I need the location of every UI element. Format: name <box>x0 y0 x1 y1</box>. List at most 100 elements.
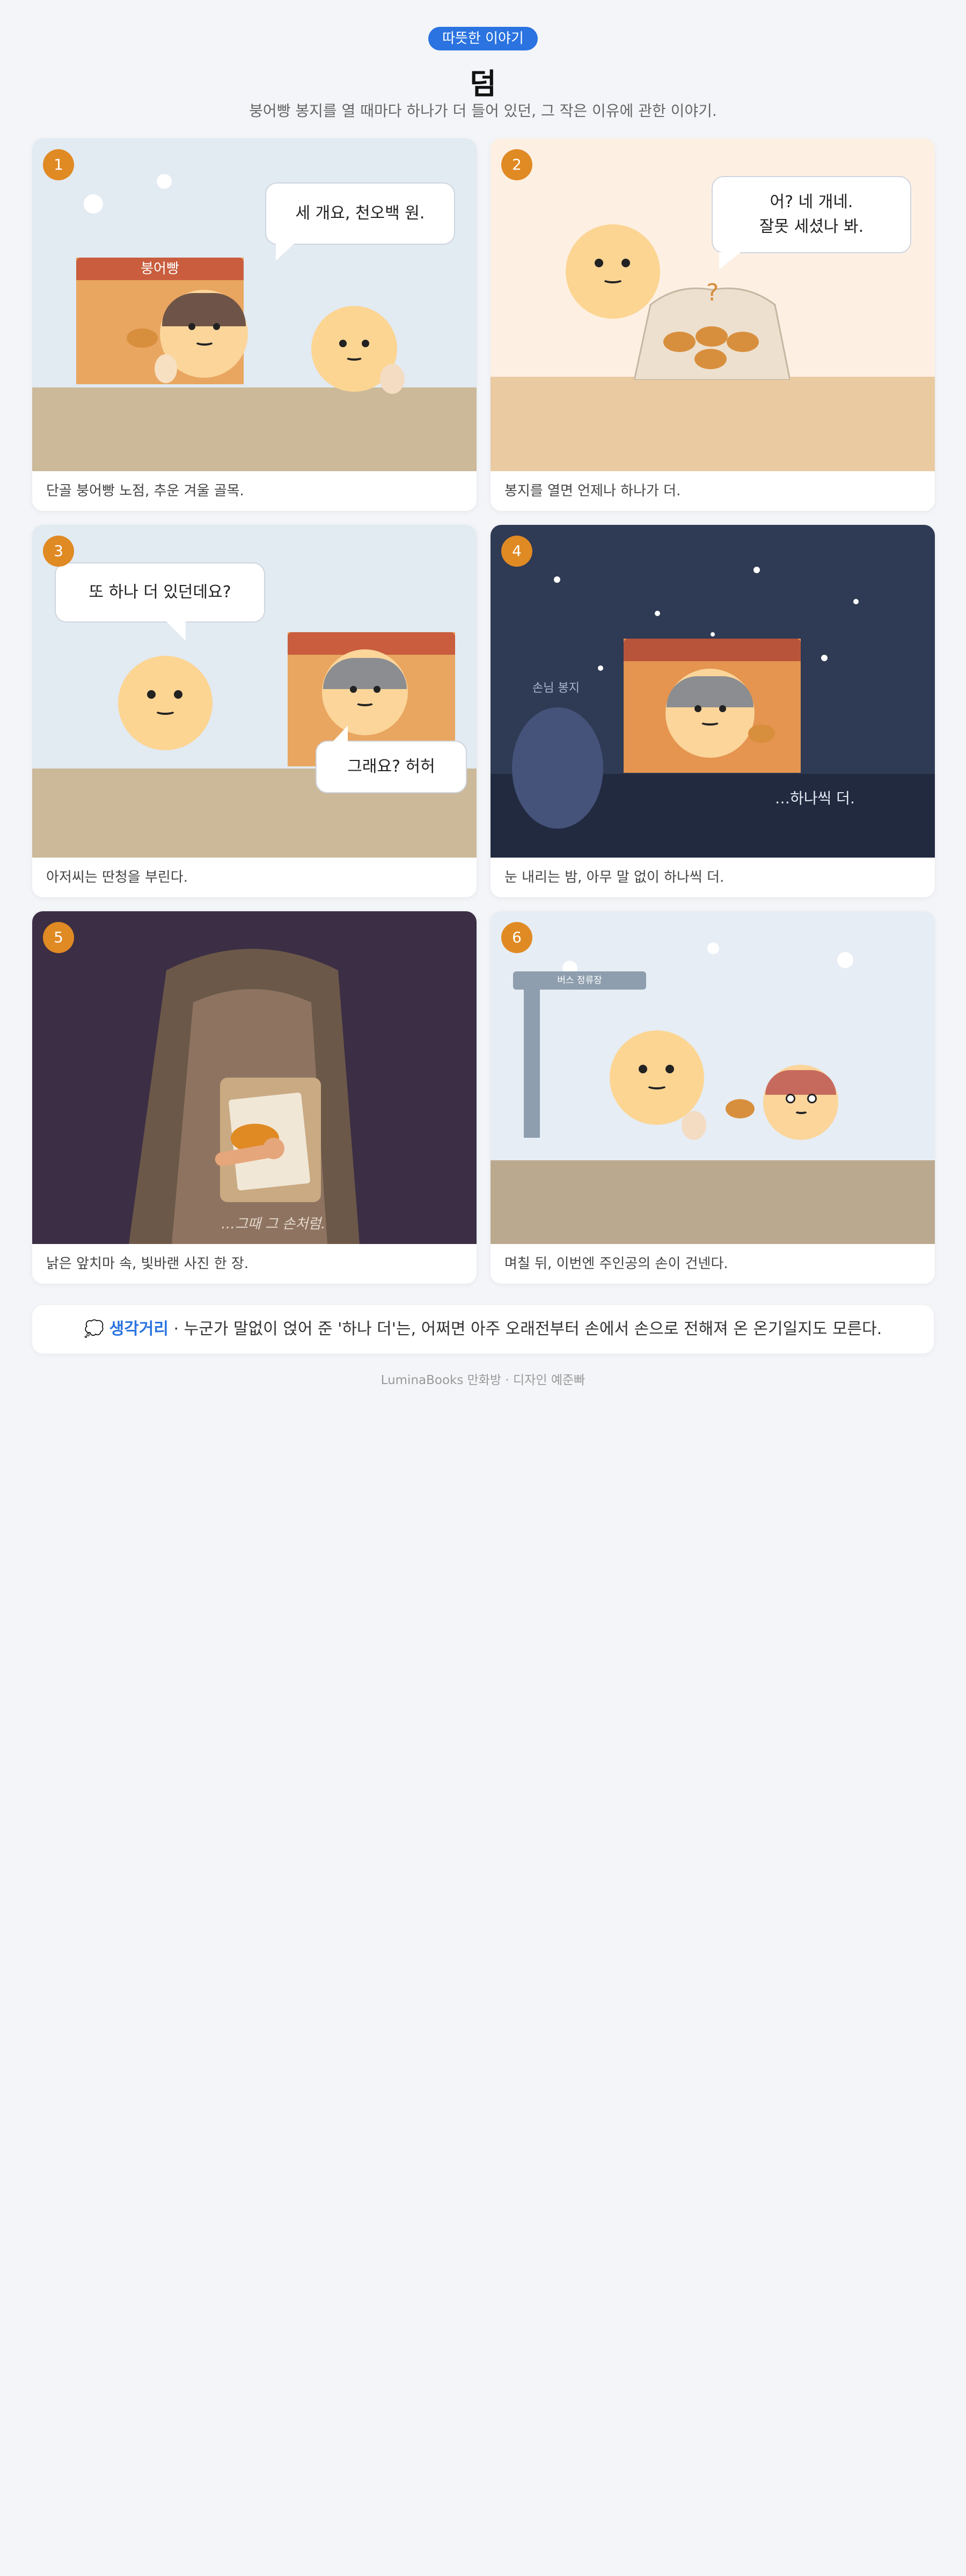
fish-bread <box>696 326 728 347</box>
bubble-tail <box>719 252 741 269</box>
customer-face <box>118 656 213 750</box>
snowflake <box>554 576 560 583</box>
footer-credit: LuminaBooks 만화방 · 디자인 예준빠 <box>380 1373 586 1387</box>
panel-caption: 봉지를 열면 언제나 하나가 더. <box>504 483 681 499</box>
snowflake <box>711 632 715 636</box>
stall-sign: 붕어빵 <box>76 258 244 280</box>
vendor-eye <box>694 705 701 712</box>
bubble-tail <box>333 726 348 742</box>
hand <box>380 364 405 394</box>
snowflake <box>853 599 859 604</box>
fish-bread <box>726 1099 755 1118</box>
comic-panel-4: 4 손님 봉지 …하나씩 더. 눈 내리는 밤, 아무 말 없이 하나씩 더. <box>491 525 935 897</box>
panel-caption: 눈 내리는 밤, 아무 말 없이 하나씩 더. <box>504 869 724 885</box>
customer-eye <box>174 690 182 699</box>
note-text: · 누군가 말없이 얹어 준 '하나 더'는, 어쩌면 아주 오래전부터 손에서… <box>169 1320 882 1338</box>
panel-1-art: 1 붕어빵 세 개요, 천오백 원. <box>32 138 477 471</box>
customer-eye <box>362 340 369 347</box>
bubble-text-line-2: 잘못 세셨나 봐. <box>759 217 864 236</box>
bus-stop-sign: 버스 정류장 <box>513 971 646 990</box>
snowflake <box>84 194 103 214</box>
note-label: 생각거리 <box>109 1320 169 1338</box>
customer-eye <box>621 259 630 267</box>
panel-3-art: 3 또 하나 더 있던데요? 그래요? 허허 <box>32 525 477 858</box>
narration-text: …하나씩 더. <box>775 789 855 807</box>
stall-roof <box>624 639 801 661</box>
comic-panel-2: 2 ? 어? 네 개네. 잘못 세셨나 봐. 봉지를 열면 언제나 하나가 더. <box>491 138 935 511</box>
bubble-text-line-1: 어? 네 개네. <box>770 192 853 211</box>
vendor-eye <box>719 705 726 712</box>
panel-caption: 낡은 앞치마 속, 빛바랜 사진 한 장. <box>46 1256 249 1272</box>
customer-face <box>610 1030 704 1125</box>
panel-number-badge: 1 <box>43 149 74 180</box>
thought-icon: 💭 <box>84 1320 105 1338</box>
fish-bread <box>727 332 759 352</box>
narration-text: …그때 그 손처럼. <box>221 1216 326 1232</box>
panel-caption: 며칠 뒤, 이번엔 주인공의 손이 건넨다. <box>504 1256 728 1272</box>
panel-caption: 아저씨는 딴청을 부린다. <box>46 869 188 885</box>
child-mouth <box>794 1108 808 1114</box>
fish-bread <box>694 349 727 369</box>
panel-number-badge: 2 <box>501 149 532 180</box>
customer-eye <box>147 690 156 699</box>
comic-panel-6: 6 버스 정류장 며칠 뒤, 이번엔 주인공의 손이 건넨다. <box>491 911 935 1284</box>
snowflake <box>655 611 660 616</box>
bus-stop-pole <box>524 977 540 1138</box>
reflection-note: 💭 생각거리 · 누군가 말없이 얹어 준 '하나 더'는, 어쩌면 아주 오래… <box>32 1305 934 1353</box>
question-mark: ? <box>706 279 719 306</box>
category-badge: 따뜻한 이야기 <box>428 27 538 50</box>
bubble-text: 그래요? 허허 <box>347 757 435 776</box>
bubble-text: 또 하나 더 있던데요? <box>89 582 231 602</box>
snowflake <box>837 952 853 968</box>
snowflake <box>753 567 760 573</box>
street-ground <box>491 1160 935 1244</box>
fish-bread <box>663 332 696 352</box>
fish-bread <box>127 328 158 348</box>
speech-bubble: 세 개요, 천오백 원. <box>265 182 455 261</box>
page-title: 덤 <box>470 67 496 101</box>
panel-6-art: 6 버스 정류장 <box>491 911 935 1244</box>
vendor-eye <box>188 323 195 330</box>
hand <box>155 354 177 383</box>
vendor-eye <box>213 323 220 330</box>
table-ground <box>491 377 935 471</box>
comic-panel-5: 5 …그때 그 손처럼. 낡은 앞치마 속, 빛바랜 사진 한 장. <box>32 911 477 1284</box>
street-ground <box>32 387 477 471</box>
customer-eye <box>339 340 347 347</box>
comic-panel-1: 1 붕어빵 세 개요, 천오백 원. 단골 붕어빵 노점, 추운 겨울 골목. <box>32 138 477 511</box>
speech-bubble: 어? 네 개네. 잘못 세셨나 봐. <box>712 176 911 269</box>
page-subtitle: 붕어빵 봉지를 열 때마다 하나가 더 들어 있던, 그 작은 이유에 관한 이… <box>249 102 717 120</box>
bubble-text: 세 개요, 천오백 원. <box>295 203 425 223</box>
vendor-mouth <box>355 699 375 706</box>
customer-mouth <box>345 353 363 361</box>
bubble-tail <box>276 244 294 261</box>
panel-2-art: 2 ? 어? 네 개네. 잘못 세셨나 봐. <box>491 138 935 471</box>
customer-eye <box>665 1065 674 1073</box>
panel-number-badge: 6 <box>501 922 532 953</box>
bag-label: 손님 봉지 <box>532 682 580 695</box>
snowflake <box>157 174 172 189</box>
vendor-eye <box>374 686 380 693</box>
snowflake <box>707 942 719 954</box>
customer-eye <box>639 1065 647 1073</box>
speech-bubble: 그래요? 허허 <box>316 726 467 793</box>
speech-bubble: 또 하나 더 있던데요? <box>55 562 265 641</box>
child-eye <box>807 1094 817 1103</box>
vendor-mouth <box>194 337 215 346</box>
panel-number-badge: 4 <box>501 536 532 567</box>
child-eye <box>786 1094 795 1103</box>
customer-mouth <box>155 706 176 715</box>
vendor-mouth <box>700 718 720 726</box>
customer-mouth <box>602 275 624 283</box>
customer-eye <box>595 259 603 267</box>
vendor-eye <box>350 686 357 693</box>
panel-caption: 단골 붕어빵 노점, 추운 겨울 골목. <box>46 483 244 499</box>
hand <box>263 1138 284 1159</box>
snowflake <box>598 665 603 671</box>
comic-panel-3: 3 또 하나 더 있던데요? 그래요? 허허 아저씨는 딴청을 부린다. <box>32 525 477 897</box>
snowflake <box>821 655 828 661</box>
bubble-tail <box>166 621 186 641</box>
fish-bread <box>748 724 775 743</box>
panel-number-badge: 5 <box>43 922 74 953</box>
panel-4-art: 4 손님 봉지 …하나씩 더. <box>491 525 935 858</box>
